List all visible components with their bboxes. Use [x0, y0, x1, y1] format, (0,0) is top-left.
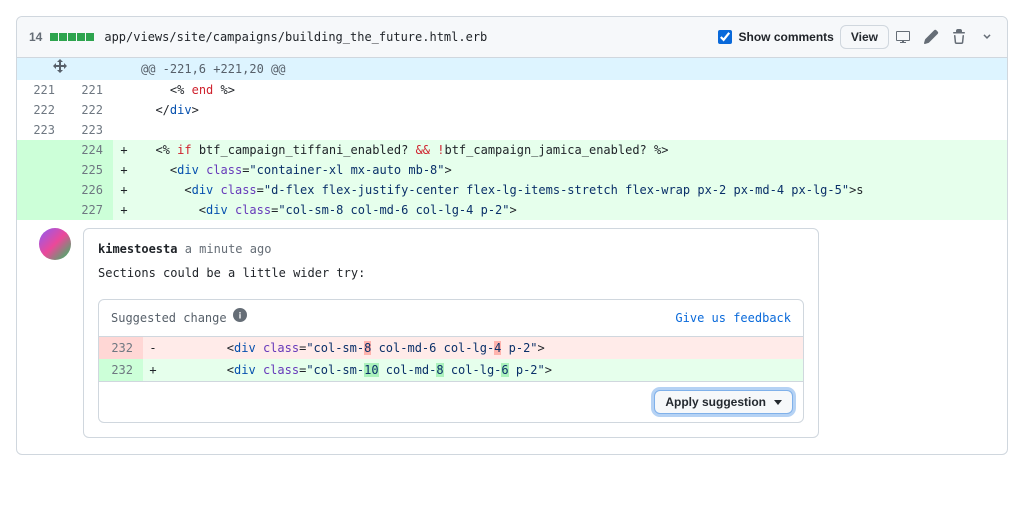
diff-marker [113, 100, 135, 120]
suggestion-diff: 232- <div class="col-sm-8 col-md-6 col-l… [99, 337, 803, 381]
diff-marker [113, 80, 135, 100]
line-number-new[interactable]: 225 [65, 160, 113, 180]
suggestion-added-line: 232+ <div class="col-sm-10 col-md-8 col-… [99, 359, 803, 381]
comment-header: kimestoesta a minute ago [84, 229, 818, 259]
suggested-change: Suggested change Give us feedback 232- <… [98, 299, 804, 423]
diff-stat-bar [50, 33, 94, 41]
diff-line-addition: 227+ <div class="col-sm-8 col-md-6 col-l… [17, 200, 1007, 220]
diff-line-context: 221221 <% end %> [17, 80, 1007, 100]
line-number-old[interactable] [17, 200, 65, 220]
diff-line-addition: 224+ <% if btf_campaign_tiffani_enabled?… [17, 140, 1007, 160]
diff-line-context: 222222 </div> [17, 100, 1007, 120]
diff-marker [113, 120, 135, 140]
diff-line-addition: 226+ <div class="d-flex flex-justify-cen… [17, 180, 1007, 200]
chevron-down-icon [774, 400, 782, 405]
code-cell: <div class="col-sm-8 col-md-6 col-lg-4 p… [135, 200, 1007, 220]
chevron-down-icon[interactable] [979, 29, 995, 45]
line-number-old[interactable]: 221 [17, 80, 65, 100]
diff-marker: + [113, 180, 135, 200]
show-comments-toggle[interactable]: Show comments [714, 27, 834, 47]
line-number-old[interactable] [17, 180, 65, 200]
diff-marker: + [143, 359, 163, 381]
suggested-change-label: Suggested change [111, 308, 227, 328]
code-cell: <div class="d-flex flex-justify-center f… [135, 180, 1007, 200]
info-icon[interactable] [233, 308, 247, 328]
hunk-header-text: @@ -221,6 +221,20 @@ [135, 58, 1007, 80]
apply-suggestion-label: Apply suggestion [665, 395, 766, 409]
code-cell: <div class="container-xl mx-auto mb-8"> [135, 160, 1007, 180]
code-cell: </div> [135, 100, 1007, 120]
feedback-link[interactable]: Give us feedback [675, 308, 791, 328]
comment-time[interactable]: a minute ago [185, 242, 272, 256]
comment-container-row: kimestoesta a minute ago Sections could … [17, 220, 1007, 454]
line-number-old[interactable] [17, 140, 65, 160]
expand-hunk-button[interactable] [17, 58, 113, 80]
code-cell [135, 120, 1007, 140]
line-number-new[interactable]: 221 [65, 80, 113, 100]
show-comments-label: Show comments [739, 30, 834, 44]
file-header: 14 app/views/site/campaigns/building_the… [17, 17, 1007, 58]
line-number-old[interactable] [17, 160, 65, 180]
diff-line-context: 223223 [17, 120, 1007, 140]
line-number: 232 [99, 359, 143, 381]
file-container: 14 app/views/site/campaigns/building_the… [16, 16, 1008, 455]
line-number-old[interactable]: 222 [17, 100, 65, 120]
diff-table: @@ -221,6 +221,20 @@ 221221 <% end %>222… [17, 58, 1007, 220]
code-cell: <div class="col-sm-10 col-md-8 col-lg-6 … [163, 359, 803, 381]
code-cell: <div class="col-sm-8 col-md-6 col-lg-4 p… [163, 337, 803, 359]
code-cell: <% if btf_campaign_tiffani_enabled? && !… [135, 140, 1007, 160]
display-icon[interactable] [895, 29, 911, 45]
review-comment: kimestoesta a minute ago Sections could … [83, 228, 819, 438]
diff-marker: + [113, 140, 135, 160]
line-number-new[interactable]: 224 [65, 140, 113, 160]
diff-marker: + [113, 160, 135, 180]
line-number: 232 [99, 337, 143, 359]
change-count: 14 [29, 30, 42, 44]
line-number-new[interactable]: 227 [65, 200, 113, 220]
comment-author[interactable]: kimestoesta [98, 242, 177, 256]
view-file-button[interactable]: View [840, 25, 889, 49]
suggestion-removed-line: 232- <div class="col-sm-8 col-md-6 col-l… [99, 337, 803, 359]
diff-body: @@ -221,6 +221,20 @@ 221221 <% end %>222… [17, 58, 1007, 220]
line-number-new[interactable]: 223 [65, 120, 113, 140]
avatar[interactable] [39, 228, 71, 260]
diff-line-addition: 225+ <div class="container-xl mx-auto mb… [17, 160, 1007, 180]
diff-marker: + [113, 200, 135, 220]
apply-suggestion-button[interactable]: Apply suggestion [654, 390, 793, 414]
line-number-new[interactable]: 222 [65, 100, 113, 120]
pencil-icon[interactable] [923, 29, 939, 45]
show-comments-checkbox[interactable] [718, 30, 732, 44]
comment-body: Sections could be a little wider try: [84, 259, 818, 295]
hunk-header-row: @@ -221,6 +221,20 @@ [17, 58, 1007, 80]
diff-marker: - [143, 337, 163, 359]
code-cell: <% end %> [135, 80, 1007, 100]
trash-icon[interactable] [951, 29, 967, 45]
line-number-old[interactable]: 223 [17, 120, 65, 140]
file-path[interactable]: app/views/site/campaigns/building_the_fu… [104, 30, 487, 44]
line-number-new[interactable]: 226 [65, 180, 113, 200]
